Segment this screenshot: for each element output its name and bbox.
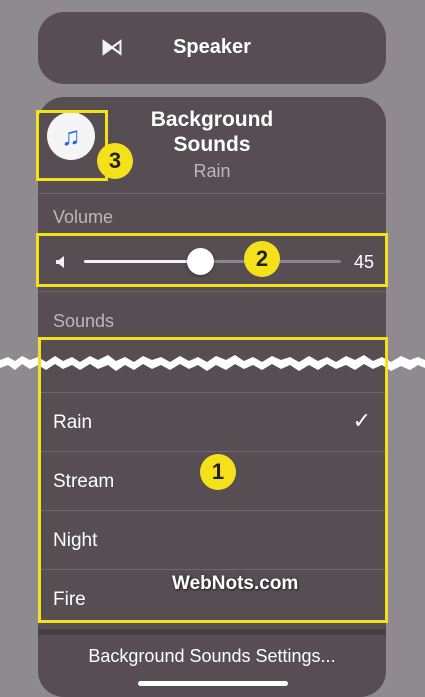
home-indicator[interactable] <box>138 681 288 686</box>
annotation-badge-2: 2 <box>244 241 280 277</box>
current-sound-subtitle: Rain <box>193 161 231 181</box>
highlight-box-3 <box>36 110 108 181</box>
volume-label: Volume <box>53 207 114 227</box>
panel-title: Background Sounds <box>150 108 274 156</box>
background-sounds-settings-link[interactable]: Background Sounds Settings... <box>38 646 386 667</box>
divider <box>38 193 386 194</box>
speaker-button[interactable]: ⧑ Speaker <box>38 12 386 84</box>
annotation-badge-1: 1 <box>200 454 236 490</box>
annotation-badge-3: 3 <box>97 143 133 179</box>
highlight-box-2 <box>36 233 388 287</box>
watermark-text: WebNots.com <box>172 573 299 594</box>
divider <box>38 291 386 292</box>
divider <box>38 629 386 635</box>
speaker-label: Speaker <box>173 36 251 58</box>
sounds-label: Sounds <box>53 311 115 331</box>
